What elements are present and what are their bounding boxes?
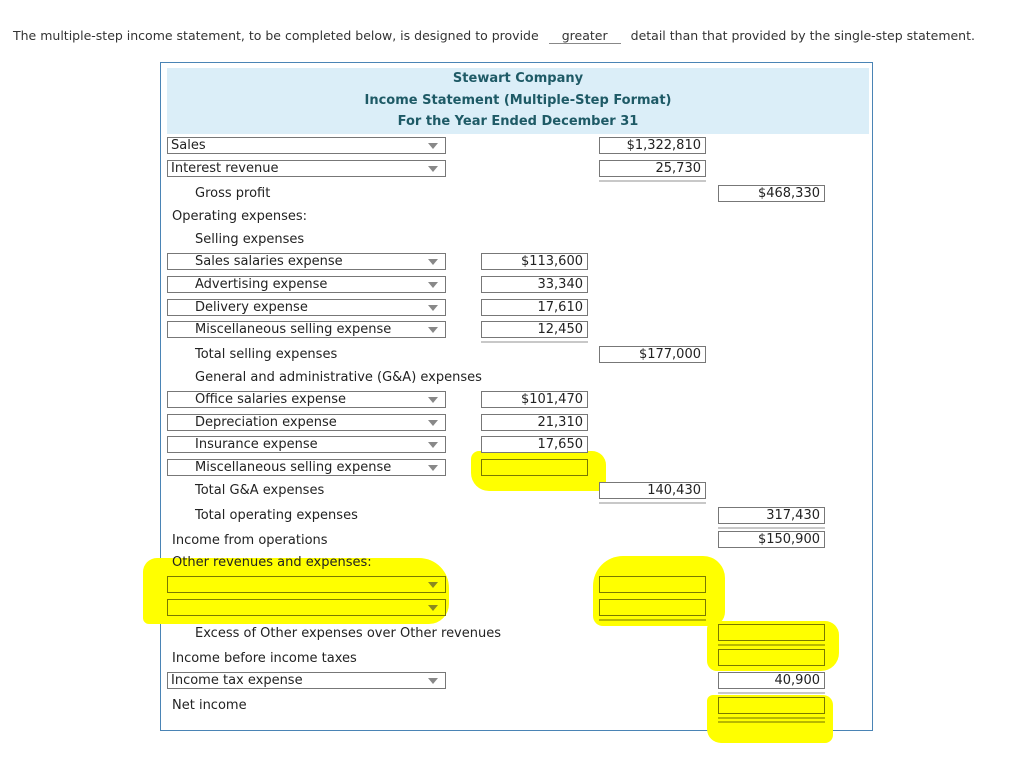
chevron-down-icon[interactable]	[428, 327, 438, 333]
question-after: detail than that provided by the single-…	[630, 28, 975, 43]
account-select-other-1[interactable]	[167, 576, 446, 593]
select-value: Income tax expense	[171, 673, 303, 688]
select-value: Miscellaneous selling expense	[195, 460, 392, 475]
chevron-down-icon[interactable]	[428, 166, 438, 172]
chevron-down-icon[interactable]	[428, 259, 438, 265]
account-select-other-2[interactable]	[167, 599, 446, 616]
account-select-sales[interactable]: Sales	[167, 137, 446, 154]
amount-input-income-from-operations[interactable]: $150,900	[718, 531, 825, 548]
account-select-ga-1[interactable]: Office salaries expense	[167, 391, 446, 408]
chevron-down-icon[interactable]	[428, 305, 438, 311]
amount-input-ga-2[interactable]: 21,310	[481, 414, 588, 431]
statement-title: Income Statement (Multiple-Step Format)	[364, 92, 672, 108]
amount-input-income-tax[interactable]: 40,900	[718, 672, 825, 689]
account-select-ga-3[interactable]: Insurance expense	[167, 436, 446, 453]
income-statement-panel: Stewart Company Income Statement (Multip…	[143, 62, 873, 743]
underline-divider	[481, 341, 588, 343]
chevron-down-icon[interactable]	[428, 282, 438, 288]
select-value: Sales	[171, 138, 206, 153]
amount-input-total-operating[interactable]: 317,430	[718, 507, 825, 524]
underline-divider	[718, 692, 825, 694]
total-selling-label: Total selling expenses	[195, 347, 338, 362]
amount-input-net-income[interactable]	[718, 697, 825, 714]
chevron-down-icon[interactable]	[428, 397, 438, 403]
chevron-down-icon[interactable]	[428, 582, 438, 588]
answer-blank[interactable]: greater	[548, 28, 621, 44]
account-select-selling-3[interactable]: Delivery expense	[167, 299, 446, 316]
amount-input-other-2[interactable]	[599, 599, 706, 616]
chevron-down-icon[interactable]	[428, 605, 438, 611]
other-revenues-expenses-label: Other revenues and expenses:	[172, 555, 372, 570]
account-select-selling-2[interactable]: Advertising expense	[167, 276, 446, 293]
amount-input-selling-3[interactable]: 17,610	[481, 299, 588, 316]
amount-input-sales[interactable]: $1,322,810	[599, 137, 706, 154]
statement-period: For the Year Ended December 31	[397, 114, 639, 129]
account-select-selling-4[interactable]: Miscellaneous selling expense	[167, 321, 446, 338]
underline-divider	[718, 527, 825, 529]
statement-header: Stewart Company Income Statement (Multip…	[167, 68, 869, 134]
amount-input-total-selling[interactable]: $177,000	[599, 346, 706, 363]
amount-input-ga-1[interactable]: $101,470	[481, 391, 588, 408]
double-underline-divider	[718, 717, 825, 719]
amount-input-ga-3[interactable]: 17,650	[481, 436, 588, 453]
question-before: The multiple-step income statement, to b…	[13, 28, 539, 43]
select-value: Miscellaneous selling expense	[195, 322, 392, 337]
select-value: Insurance expense	[195, 437, 318, 452]
company-name: Stewart Company	[452, 71, 584, 86]
account-select-income-tax[interactable]: Income tax expense	[167, 672, 446, 689]
net-income-label: Net income	[172, 698, 247, 713]
amount-input-selling-1[interactable]: $113,600	[481, 253, 588, 270]
income-before-taxes-label: Income before income taxes	[172, 651, 357, 666]
account-select-ga-4[interactable]: Miscellaneous selling expense	[167, 459, 446, 476]
account-select-ga-2[interactable]: Depreciation expense	[167, 414, 446, 431]
amount-input-income-before-taxes[interactable]	[718, 649, 825, 666]
select-value: Interest revenue	[171, 161, 279, 176]
ga-expenses-label: General and administrative (G&A) expense…	[195, 370, 482, 385]
amount-input-interest-revenue[interactable]: 25,730	[599, 160, 706, 177]
amount-input-other-1[interactable]	[599, 576, 706, 593]
chevron-down-icon[interactable]	[428, 442, 438, 448]
account-select-interest-revenue[interactable]: Interest revenue	[167, 160, 446, 177]
select-value: Depreciation expense	[195, 415, 337, 430]
chevron-down-icon[interactable]	[428, 143, 438, 149]
select-value: Sales salaries expense	[195, 254, 343, 269]
amount-input-gross-profit[interactable]: $468,330	[718, 185, 825, 202]
chevron-down-icon[interactable]	[428, 678, 438, 684]
question-text: The multiple-step income statement, to b…	[13, 28, 975, 44]
total-operating-label: Total operating expenses	[195, 508, 358, 523]
excess-other-expenses-label: Excess of Other expenses over Other reve…	[195, 626, 502, 641]
selling-expenses-label: Selling expenses	[195, 232, 305, 247]
account-select-selling-1[interactable]: Sales salaries expense	[167, 253, 446, 270]
chevron-down-icon[interactable]	[428, 465, 438, 471]
income-from-operations-label: Income from operations	[172, 533, 328, 548]
gross-profit-label: Gross profit	[195, 186, 271, 201]
amount-input-selling-4[interactable]: 12,450	[481, 321, 588, 338]
amount-input-selling-2[interactable]: 33,340	[481, 276, 588, 293]
select-value: Office salaries expense	[195, 392, 346, 407]
underline-divider	[599, 502, 706, 504]
underline-divider	[599, 180, 706, 182]
double-underline-divider	[718, 721, 825, 723]
amount-input-excess-other[interactable]	[718, 624, 825, 641]
chevron-down-icon[interactable]	[428, 420, 438, 426]
underline-divider	[718, 644, 825, 646]
total-ga-label: Total G&A expenses	[195, 483, 325, 498]
underline-divider	[599, 619, 706, 621]
amount-input-ga-4[interactable]	[481, 459, 588, 476]
select-value: Delivery expense	[195, 300, 308, 315]
select-value: Advertising expense	[195, 277, 328, 292]
amount-input-total-ga[interactable]: 140,430	[599, 482, 706, 499]
operating-expenses-label: Operating expenses:	[172, 209, 308, 224]
